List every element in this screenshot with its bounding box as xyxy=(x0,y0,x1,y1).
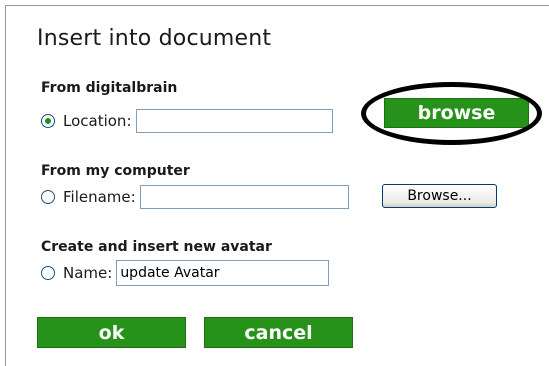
filename-label: Filename: xyxy=(63,188,136,206)
avatar-name-input[interactable] xyxy=(116,260,330,286)
avatar-name-row: Name: xyxy=(41,260,330,286)
avatar-radio[interactable] xyxy=(41,266,55,280)
section-heading-digitalbrain: From digitalbrain xyxy=(41,80,178,96)
location-input[interactable] xyxy=(135,109,333,133)
browse-digitalbrain-button[interactable]: browse xyxy=(384,98,529,128)
filename-radio[interactable] xyxy=(41,190,55,204)
location-row: Location: xyxy=(41,108,333,134)
avatar-name-label: Name: xyxy=(63,264,113,282)
browse-computer-button[interactable]: Browse... xyxy=(382,184,497,208)
location-radio[interactable] xyxy=(41,114,55,128)
section-heading-avatar: Create and insert new avatar xyxy=(41,239,272,255)
cancel-button[interactable]: cancel xyxy=(204,317,353,348)
filename-row: Filename: xyxy=(41,184,349,210)
ok-button[interactable]: ok xyxy=(37,317,186,348)
dialog-title: Insert into document xyxy=(37,26,272,51)
filename-input[interactable] xyxy=(139,185,349,209)
section-heading-computer: From my computer xyxy=(41,163,190,179)
location-label: Location: xyxy=(63,112,132,130)
